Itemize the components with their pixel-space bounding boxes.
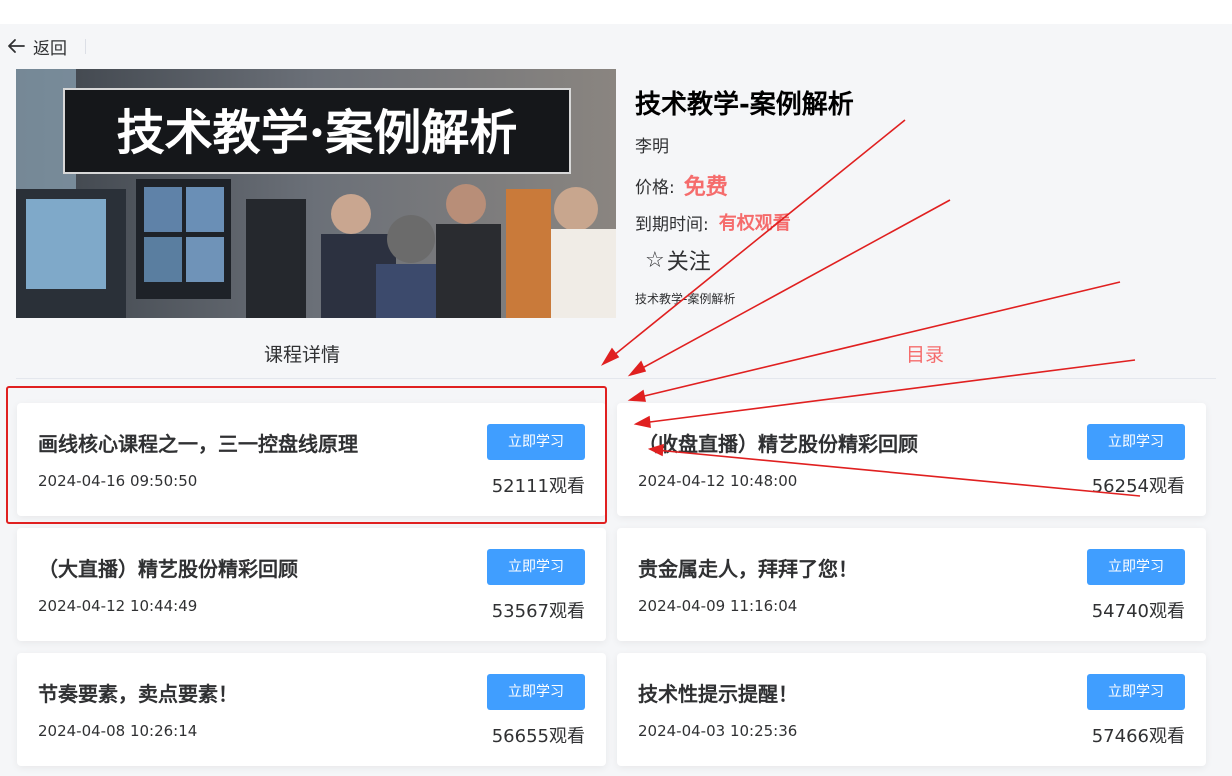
lesson-date: 2024-04-12 10:48:00 [638,472,798,490]
tab-catalog[interactable]: 目录 [906,340,944,367]
arrow-left-icon [8,39,25,53]
star-icon: ☆ [645,247,665,273]
lesson-date: 2024-04-12 10:44:49 [38,597,198,615]
lesson-title: （收盘直播）精艺股份精彩回顾 [638,432,918,456]
lesson-title: （大直播）精艺股份精彩回顾 [38,557,298,581]
lesson-card[interactable]: （收盘直播）精艺股份精彩回顾 2024-04-12 10:48:00 立即学习 … [617,403,1206,516]
expire-label: 到期时间: [635,214,709,235]
study-now-button[interactable]: 立即学习 [1087,549,1185,585]
study-now-button[interactable]: 立即学习 [1087,674,1185,710]
lesson-title: 技术性提示提醒！ [638,682,798,706]
study-now-button[interactable]: 立即学习 [487,674,585,710]
course-cover-image: 技术教学·案例解析 [16,69,616,318]
back-divider [85,38,86,54]
lesson-card[interactable]: 技术性提示提醒！ 2024-04-03 10:25:36 立即学习 57466观… [617,653,1206,766]
lesson-views: 57466观看 [1091,726,1185,747]
course-teacher: 李明 [635,137,669,157]
annotation-arrowhead [627,389,646,402]
lesson-views: 56254观看 [1091,476,1185,497]
lesson-title: 贵金属走人，拜拜了您！ [638,557,858,581]
course-price: 价格: 免费 [635,169,728,201]
course-title: 技术教学-案例解析 [635,90,854,120]
lesson-card[interactable]: 节奏要素，卖点要素！ 2024-04-08 10:26:14 立即学习 5665… [17,653,606,766]
price-value: 免费 [683,175,728,200]
study-now-button[interactable]: 立即学习 [487,549,585,585]
tab-bar: 课程详情 目录 [0,336,1232,380]
lesson-title: 节奏要素，卖点要素！ [38,682,238,706]
lesson-date: 2024-04-08 10:26:14 [38,722,198,740]
expire-value: 有权观看 [718,213,791,234]
lesson-views: 54740观看 [1091,601,1185,622]
back-button[interactable]: 返回 [6,33,86,59]
lesson-views: 53567观看 [491,601,585,622]
annotation-highlight-box [6,386,607,524]
follow-label: 关注 [666,250,711,275]
follow-button[interactable]: ☆ 关注 [645,244,711,276]
top-strip [0,0,1232,24]
lesson-date: 2024-04-03 10:25:36 [638,722,798,740]
price-label: 价格: [635,177,675,198]
back-label: 返回 [33,38,67,59]
study-now-button[interactable]: 立即学习 [1087,424,1185,460]
lesson-card[interactable]: 贵金属走人，拜拜了您！ 2024-04-09 11:16:04 立即学习 547… [617,528,1206,641]
course-description: 技术教学-案例解析 [635,292,736,306]
tab-divider [16,378,1216,379]
lesson-views: 56655观看 [491,726,585,747]
lesson-card[interactable]: （大直播）精艺股份精彩回顾 2024-04-12 10:44:49 立即学习 5… [17,528,606,641]
cover-title-text: 技术教学·案例解析 [117,105,518,161]
lesson-date: 2024-04-09 11:16:04 [638,597,798,615]
tab-course-details[interactable]: 课程详情 [264,340,340,367]
course-expire: 到期时间: 有权观看 [635,209,791,235]
